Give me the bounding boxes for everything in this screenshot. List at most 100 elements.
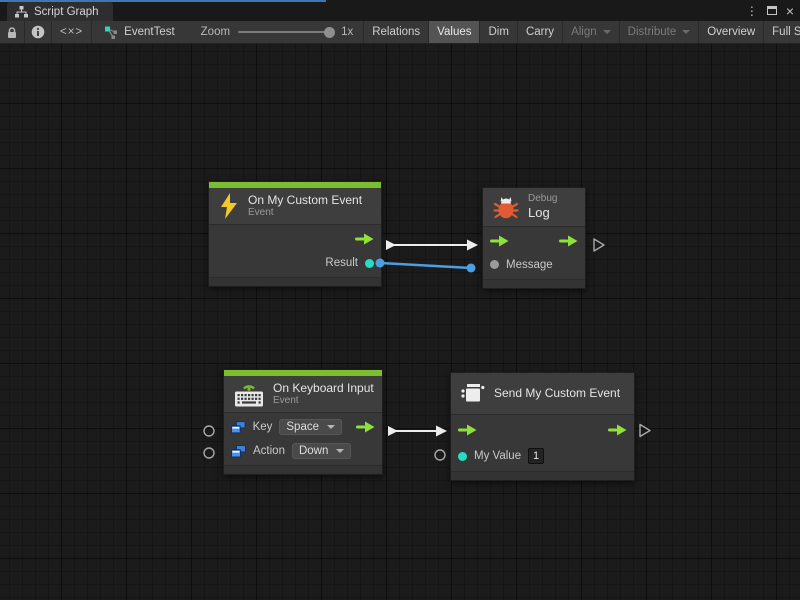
carry-button[interactable]: Carry: [518, 21, 563, 43]
node-title: On My Custom Event: [248, 193, 362, 207]
node-on-my-custom-event[interactable]: On My Custom Event Event Result: [208, 181, 382, 287]
connection-flow-custom-event-to-log[interactable]: [386, 240, 478, 251]
action-dropdown[interactable]: Down: [292, 443, 351, 459]
unconnected-flow-triangle: [594, 239, 604, 251]
unconnected-input-circle: [204, 448, 214, 458]
my-value-input-row: My Value: [451, 443, 634, 469]
node-header[interactable]: On Keyboard Input Event: [224, 376, 382, 413]
key-dropdown-value: Space: [286, 421, 319, 433]
close-icon[interactable]: ×: [786, 4, 794, 18]
distribute-label: Distribute: [628, 26, 677, 38]
info-icon: [31, 25, 45, 39]
maximize-icon[interactable]: [767, 6, 777, 15]
full-screen-button[interactable]: Full Screen: [764, 21, 800, 43]
chevron-down-icon: [336, 449, 344, 453]
zoom-slider[interactable]: [238, 31, 333, 33]
node-footer: [224, 466, 382, 474]
node-subtitle: Event: [273, 395, 374, 407]
node-header[interactable]: On My Custom Event Event: [209, 188, 381, 225]
window-tab-bar: Script Graph ⋮ ×: [0, 0, 800, 21]
node-header[interactable]: Send My Custom Event: [451, 373, 634, 415]
distribute-button[interactable]: Distribute: [620, 21, 700, 43]
graph-reference[interactable]: EventTest: [92, 21, 187, 43]
result-label: Result: [325, 257, 358, 269]
flow-input-port[interactable]: [490, 235, 509, 247]
node-body: Result: [209, 225, 381, 278]
zoom-slider-handle[interactable]: [324, 27, 335, 38]
keyboard-icon: [234, 381, 264, 407]
custom-event-icon: [461, 382, 485, 405]
graph-toolbar: <×> EventTest Zoom 1x Relations Values D…: [0, 21, 800, 44]
message-label: Message: [506, 259, 553, 271]
my-value-port[interactable]: [458, 452, 467, 461]
flow-row: [451, 417, 634, 443]
bug-icon: [493, 194, 519, 219]
node-debug-log[interactable]: Debug Log Message: [482, 187, 586, 289]
graph-hierarchy-icon: [15, 6, 28, 18]
chevron-down-icon: [682, 30, 690, 34]
tab-script-graph[interactable]: Script Graph: [7, 2, 113, 21]
key-label: Key: [253, 421, 273, 433]
info-button[interactable]: [25, 21, 52, 43]
relations-button[interactable]: Relations: [364, 21, 429, 43]
panel-menu-icon[interactable]: ⋮: [746, 5, 758, 17]
node-subtitle: Event: [248, 207, 362, 219]
action-label: Action: [253, 445, 285, 457]
overview-button[interactable]: Overview: [699, 21, 764, 43]
zoom-control: Zoom 1x: [187, 21, 365, 43]
graph-name-label: EventTest: [124, 26, 175, 38]
lock-icon: [6, 26, 18, 39]
result-value-port[interactable]: [365, 259, 374, 268]
connection-value-result-to-message[interactable]: [376, 259, 476, 273]
action-dropdown-value: Down: [299, 445, 328, 457]
carry-label: Carry: [526, 26, 554, 38]
node-body: My Value: [451, 415, 634, 472]
node-footer: [451, 472, 634, 480]
key-dropdown[interactable]: Space: [279, 419, 342, 435]
lightning-bolt-icon: [219, 193, 239, 219]
tab-title: Script Graph: [34, 6, 99, 18]
flow-output-port[interactable]: [355, 233, 374, 245]
my-value-field[interactable]: [528, 448, 544, 464]
code-icon: <×>: [60, 26, 83, 38]
zoom-value: 1x: [341, 26, 353, 38]
flow-output-port[interactable]: [356, 421, 375, 433]
unconnected-flow-triangle: [640, 425, 650, 437]
focused-panel-indicator: [0, 0, 326, 2]
values-button[interactable]: Values: [429, 21, 480, 43]
message-value-port[interactable]: [490, 260, 499, 269]
node-body: Key Space Action Dow: [224, 413, 382, 466]
graph-asset-icon: [104, 26, 118, 39]
zoom-label: Zoom: [201, 26, 230, 38]
node-title: Log: [528, 205, 557, 221]
enum-type-icon: [231, 445, 246, 458]
flow-output-port[interactable]: [559, 235, 578, 247]
overview-label: Overview: [707, 26, 755, 38]
dim-button[interactable]: Dim: [480, 21, 517, 43]
values-label: Values: [437, 26, 471, 38]
align-label: Align: [571, 26, 597, 38]
my-value-label: My Value: [474, 450, 521, 462]
code-view-button[interactable]: <×>: [52, 21, 92, 43]
node-on-keyboard-input[interactable]: On Keyboard Input Event Key Space: [223, 369, 383, 475]
node-header[interactable]: Debug Log: [483, 188, 585, 227]
connection-flow-keyboard-to-send[interactable]: [388, 426, 447, 437]
node-send-my-custom-event[interactable]: Send My Custom Event My Value: [450, 372, 635, 481]
flow-input-port[interactable]: [458, 424, 477, 436]
flow-row: [483, 229, 585, 253]
graph-canvas[interactable]: On My Custom Event Event Result: [0, 44, 800, 600]
connections-layer: [0, 44, 800, 600]
enum-type-icon: [231, 421, 246, 434]
node-title: On Keyboard Input: [273, 381, 374, 395]
flow-output-port[interactable]: [608, 424, 627, 436]
action-input-row: Action Down: [224, 439, 382, 463]
chevron-down-icon: [603, 30, 611, 34]
align-button[interactable]: Align: [563, 21, 620, 43]
dim-label: Dim: [488, 26, 508, 38]
node-category: Debug: [528, 193, 557, 205]
node-footer: [209, 278, 381, 286]
flow-output-row: [209, 227, 381, 251]
lock-button[interactable]: [0, 21, 25, 43]
full-screen-label: Full Screen: [772, 26, 800, 38]
unconnected-input-circle: [435, 450, 445, 460]
